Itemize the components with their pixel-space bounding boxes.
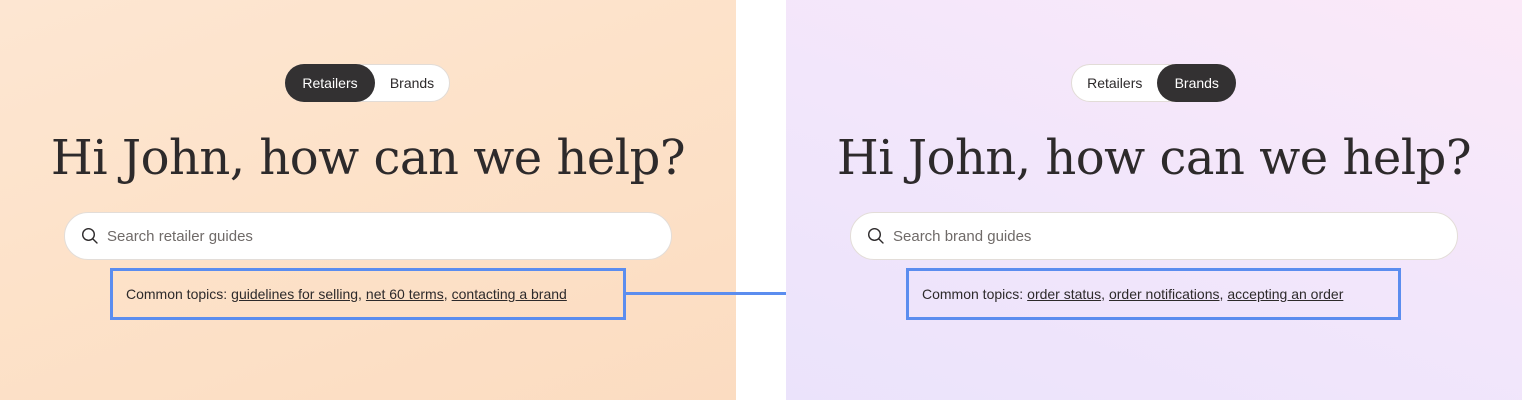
audience-toggle: Retailers Brands bbox=[285, 63, 450, 102]
toggle-brands[interactable]: Brands bbox=[1157, 63, 1236, 102]
page-headline: Hi John, how can we help? bbox=[50, 130, 686, 186]
search-icon bbox=[81, 227, 98, 244]
brand-help-panel: Retailers Brands Hi John, how can we hel… bbox=[786, 0, 1522, 400]
topic-link[interactable]: contacting a brand bbox=[452, 286, 567, 302]
topic-separator: , bbox=[1101, 286, 1105, 302]
topic-link[interactable]: accepting an order bbox=[1227, 286, 1343, 302]
topic-separator: , bbox=[1219, 286, 1224, 302]
retailer-help-panel: Retailers Brands Hi John, how can we hel… bbox=[0, 0, 736, 400]
toggle-brands[interactable]: Brands bbox=[375, 64, 449, 102]
common-topics-highlight: Common topics: guidelines for selling, n… bbox=[110, 268, 626, 320]
search-input[interactable] bbox=[105, 226, 649, 246]
toggle-retailers[interactable]: Retailers bbox=[285, 63, 375, 102]
audience-toggle: Retailers Brands bbox=[1071, 63, 1236, 102]
search-bar[interactable] bbox=[64, 212, 672, 260]
topic-link[interactable]: order status bbox=[1027, 286, 1101, 302]
common-topics-label: Common topics: bbox=[126, 286, 228, 302]
page-headline: Hi John, how can we help? bbox=[836, 130, 1472, 186]
search-bar[interactable] bbox=[850, 212, 1458, 260]
topic-link[interactable]: net 60 terms bbox=[366, 286, 444, 302]
common-topics-label: Common topics: bbox=[922, 286, 1024, 302]
search-icon bbox=[867, 227, 884, 244]
toggle-retailers[interactable]: Retailers bbox=[1072, 64, 1157, 102]
topic-separator: , bbox=[358, 286, 362, 302]
common-topics-highlight: Common topics: order status, order notif… bbox=[906, 268, 1401, 320]
topic-separator: , bbox=[443, 286, 448, 302]
topic-link[interactable]: guidelines for selling bbox=[231, 286, 358, 302]
search-input[interactable] bbox=[891, 226, 1435, 246]
topic-link[interactable]: order notifications bbox=[1109, 286, 1220, 302]
